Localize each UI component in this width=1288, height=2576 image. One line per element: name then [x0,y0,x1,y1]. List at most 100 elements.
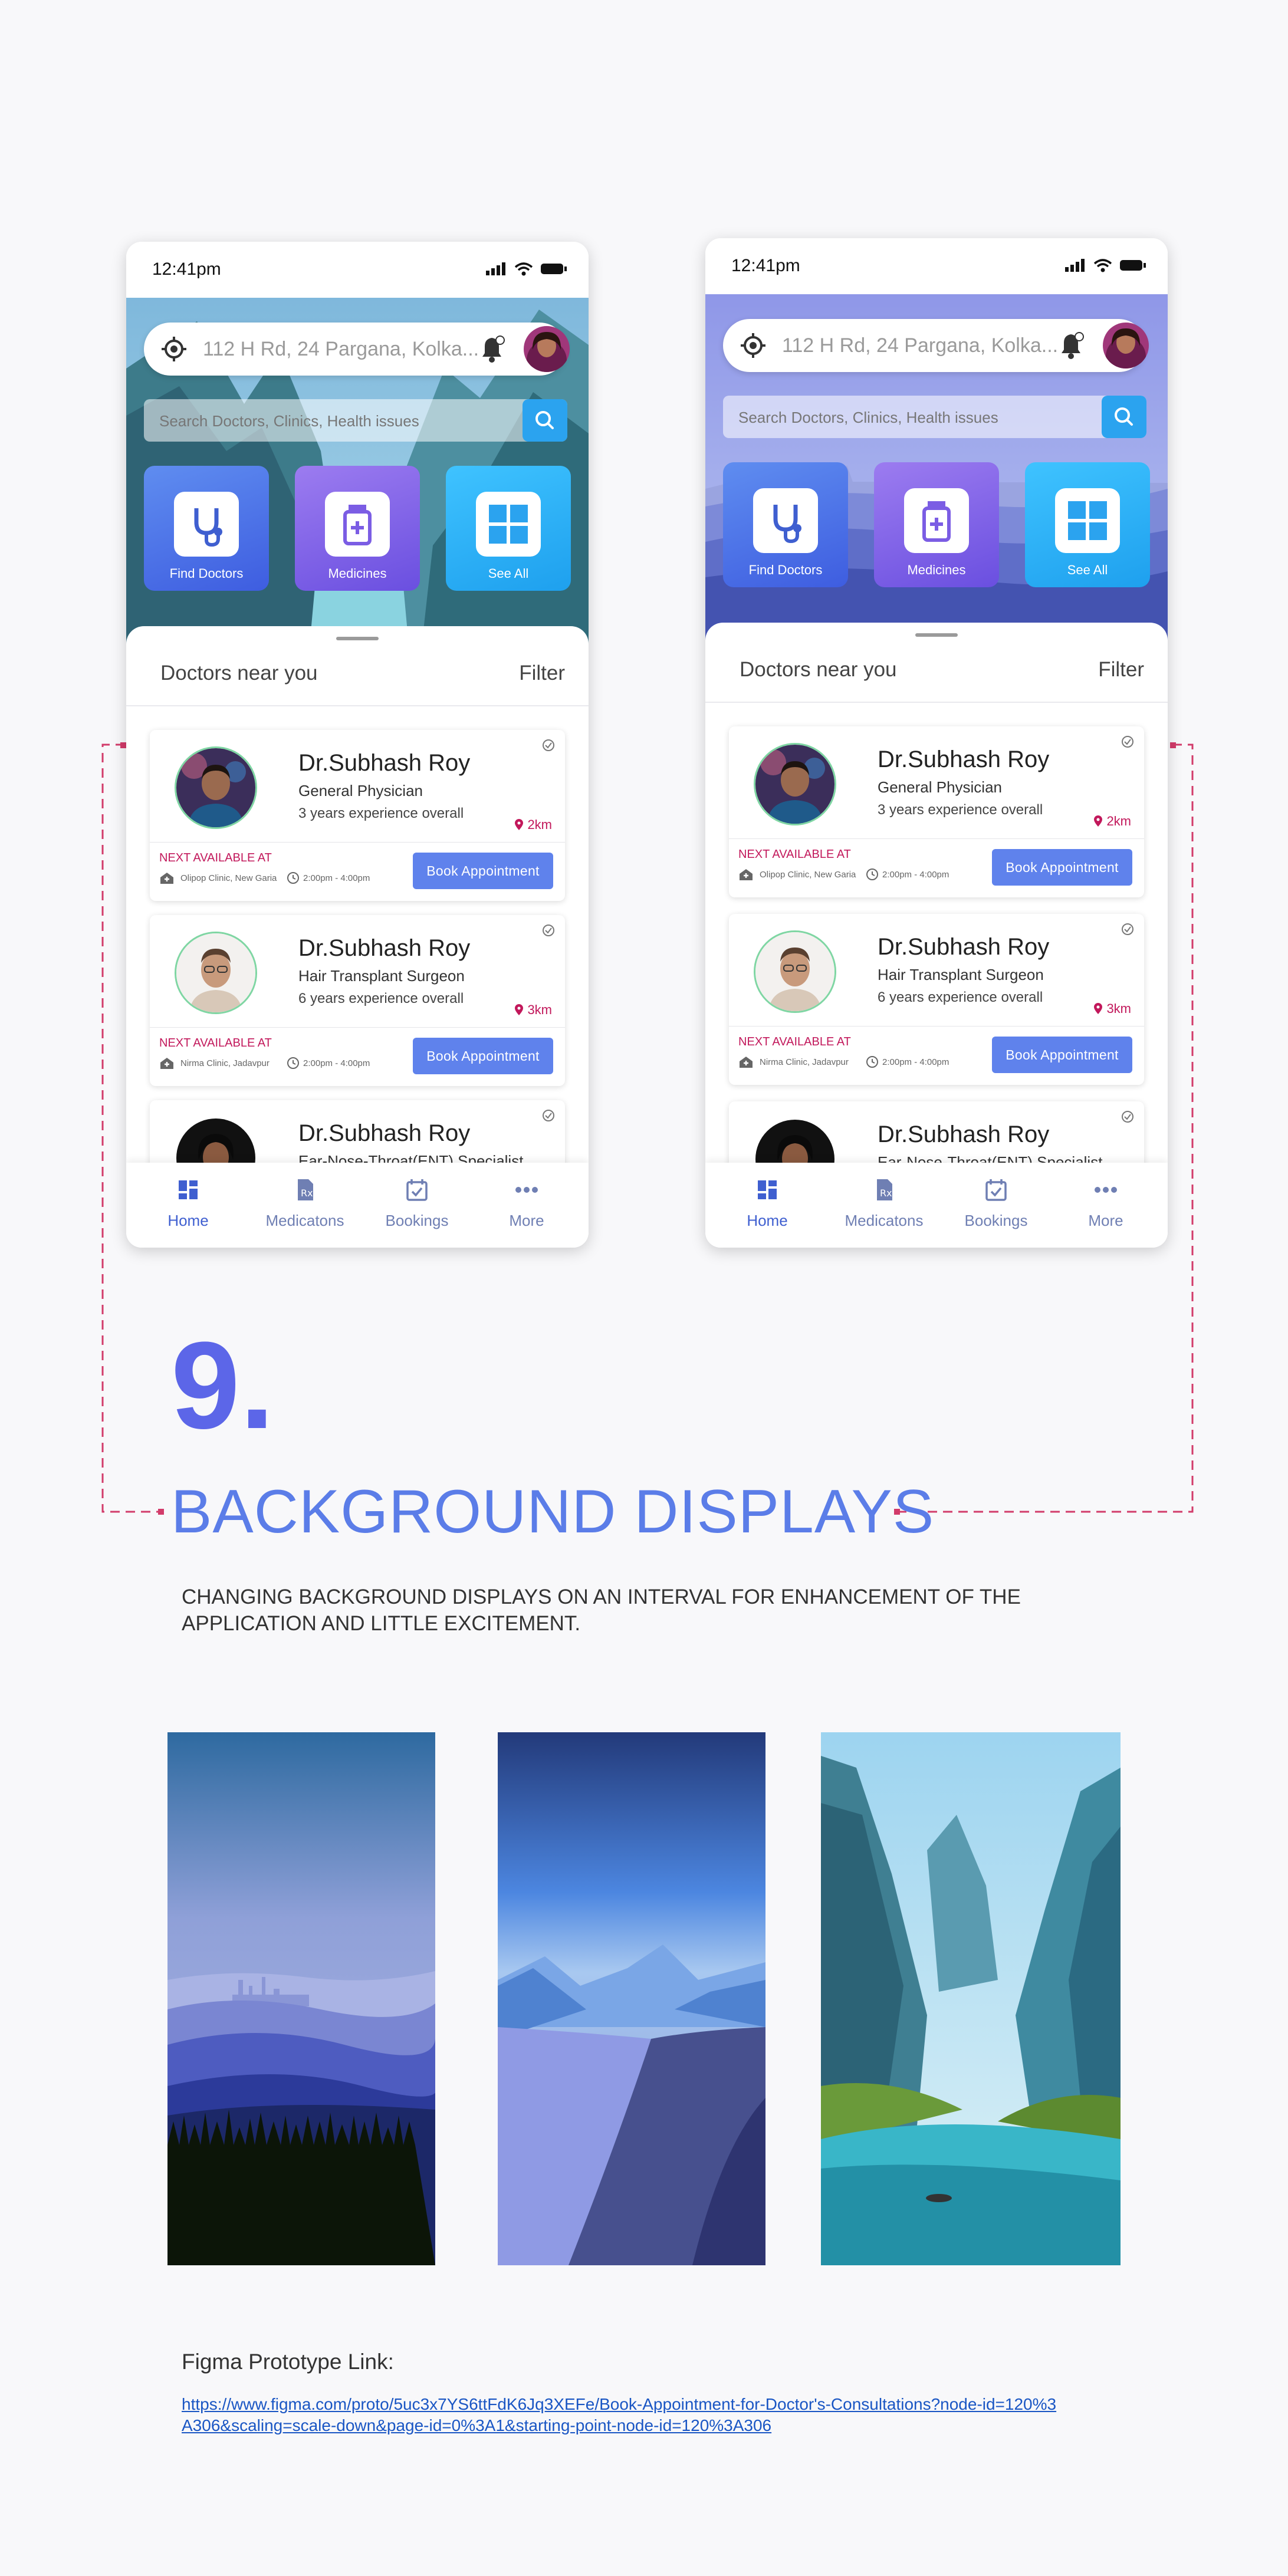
search-button[interactable] [1102,396,1146,438]
status-bar: 12:41pm [126,242,589,298]
clinic-name: Nirma Clinic, Jadavpur [180,1058,270,1068]
notification-bell-icon[interactable] [1057,331,1085,360]
category-label: Medicines [907,562,966,577]
book-appointment-button[interactable]: Book Appointment [413,853,553,889]
battery-icon [541,264,567,274]
doctor-name: Dr.Subhash Roy [878,1121,1050,1147]
prescription-icon: Rx [877,1179,892,1200]
clock-icon [866,1056,878,1068]
background-preview-mountain-lake [821,1732,1121,2265]
stethoscope-icon [194,508,222,547]
figma-prototype-link[interactable]: https://www.figma.com/proto/5uc3x7YS6ttF… [182,2394,1066,2436]
hero-background: 112 H Rd, 24 Pargana, Kolka... Search Do… [126,298,589,652]
doctor-card[interactable]: Dr.Subhash Roy Hair Transplant Surgeon 6… [150,915,565,1086]
search-icon [535,411,554,429]
figma-link-label: Figma Prototype Link: [182,2350,394,2374]
status-time: 12:41pm [152,259,221,279]
clock-icon [866,868,878,880]
user-avatar[interactable] [524,326,570,372]
doctor-specialty: General Physician [298,782,423,800]
clinic-name: Nirma Clinic, Jadavpur [760,1057,849,1067]
divider [126,705,589,706]
doctor-name: Dr.Subhash Roy [298,935,471,961]
book-appointment-button[interactable]: Book Appointment [992,849,1132,886]
map-pin-icon [515,1004,524,1015]
divider [705,702,1168,703]
book-appointment-button[interactable]: Book Appointment [413,1038,553,1074]
available-hours: 2:00pm - 4:00pm [303,873,370,883]
category-label: Find Doctors [169,566,244,581]
grid-icon [1068,501,1107,540]
calendar-check-icon [985,1179,1007,1201]
doctors-sheet: Doctors near you Filter Dr.Subhash Roy G… [126,626,589,1248]
doctors-sheet: Doctors near you Filter Dr.Subhash Roy G… [705,623,1168,1248]
tab-medications[interactable]: Rx Medicatons [261,1178,349,1230]
background-preview-river-valley [498,1732,765,2265]
wifi-icon [1093,259,1112,272]
section-description: CHANGING BACKGROUND DISPLAYS ON AN INTER… [182,1585,1021,1635]
tab-medications[interactable]: Rx Medicatons [840,1178,928,1230]
drag-handle[interactable] [915,633,958,637]
verified-check-icon [1122,923,1133,935]
tab-more[interactable]: More [1062,1178,1150,1230]
tab-more[interactable]: More [482,1178,571,1230]
verified-check-icon [543,925,554,936]
hero-background: 112 H Rd, 24 Pargana, Kolka... Search Do… [705,294,1168,648]
clinic-name: Olipop Clinic, New Garia [760,870,856,880]
location-text: 112 H Rd, 24 Pargana, Kolka... [782,334,1059,357]
status-bar: 12:41pm [705,238,1168,294]
search-button[interactable] [523,399,567,442]
map-pin-icon [515,819,524,830]
doctor-distance: 2km [1093,814,1131,829]
user-avatar[interactable] [1103,323,1149,369]
verified-check-icon [543,739,554,751]
tab-home[interactable]: Home [144,1178,232,1230]
search-bar[interactable]: Search Doctors, Clinics, Health issues [723,396,1146,438]
category-medicines[interactable]: Medicines [295,466,420,591]
book-appointment-button[interactable]: Book Appointment [992,1037,1132,1073]
available-hours: 2:00pm - 4:00pm [303,1058,370,1068]
battery-icon [1120,260,1146,271]
wifi-icon [514,262,533,276]
svg-text:Rx: Rx [880,1187,892,1199]
next-available-label: NEXT AVAILABLE AT [738,1035,851,1048]
category-label: See All [488,566,529,581]
more-dots-icon [1095,1187,1117,1193]
doctor-card[interactable]: Dr.Subhash Roy General Physician 3 years… [150,730,565,901]
doctor-photo [754,743,836,825]
category-see-all[interactable]: See All [1025,462,1150,587]
search-bar[interactable]: Search Doctors, Clinics, Health issues [144,399,567,442]
category-medicines[interactable]: Medicines [874,462,999,587]
doctor-card[interactable]: Dr.Subhash Roy General Physician 3 years… [729,726,1144,897]
clinic-icon [740,869,753,880]
location-bar[interactable]: 112 H Rd, 24 Pargana, Kolka... [144,323,570,376]
category-find-doctors[interactable]: Find Doctors [144,466,269,591]
prescription-icon: Rx [298,1179,313,1200]
verified-check-icon [1122,1111,1133,1123]
category-find-doctors[interactable]: Find Doctors [723,462,848,587]
home-dashboard-icon [758,1180,777,1199]
tab-home[interactable]: Home [723,1178,811,1230]
next-available-label: NEXT AVAILABLE AT [738,848,851,861]
notification-bell-icon[interactable] [478,334,506,364]
search-placeholder: Search Doctors, Clinics, Health issues [738,409,998,426]
stethoscope-icon [773,505,801,544]
clinic-icon [740,1057,753,1068]
doctor-name: Dr.Subhash Roy [878,746,1050,772]
grid-icon [489,505,528,544]
doctor-distance: 3km [1093,1001,1131,1016]
tab-bookings[interactable]: Bookings [373,1178,461,1230]
doctor-card[interactable]: Dr.Subhash Roy Hair Transplant Surgeon 6… [729,914,1144,1085]
tab-bookings[interactable]: Bookings [952,1178,1040,1230]
filter-button[interactable]: Filter [1098,658,1144,682]
map-pin-icon [1094,1003,1103,1014]
filter-button[interactable]: Filter [519,662,565,685]
category-see-all[interactable]: See All [446,466,571,591]
doctor-photo [175,932,257,1014]
location-text: 112 H Rd, 24 Pargana, Kolka... [203,338,479,360]
search-icon [1115,407,1133,426]
available-hours: 2:00pm - 4:00pm [882,1057,949,1067]
location-bar[interactable]: 112 H Rd, 24 Pargana, Kolka... [723,319,1149,372]
drag-handle[interactable] [336,637,379,640]
bottom-tab-bar: Home Rx Medicatons Bookings More [705,1163,1168,1248]
